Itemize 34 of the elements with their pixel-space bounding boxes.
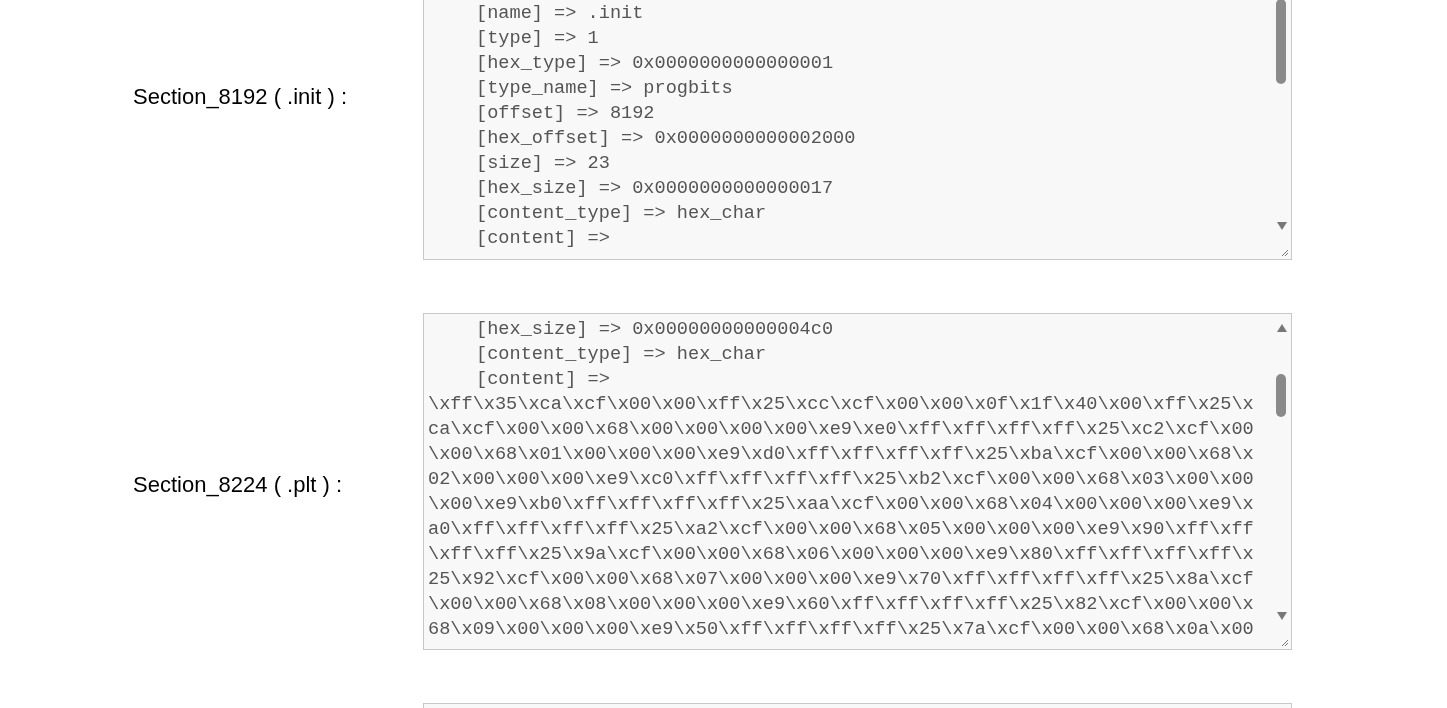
text-line: \x00\x00\x68\x08\x00\x00\x00\xe9\x60\xff\xff\xff\xff\x25\x82\xcf\x00\x00\x <box>427 593 1254 617</box>
text-line: [name] => .init <box>475 2 644 26</box>
text-line: [offset] => 8192 <box>475 102 655 126</box>
text-line: \x00\xe9\xb0\xff\xff\xff\xff\x25\xaa\xcf\x00\x00\x68\x04\x00\x00\x00\xe9\x <box>427 493 1254 517</box>
text-line: [hex_type] => 0x0000000000000001 <box>475 52 834 76</box>
scrollbar-thumb[interactable] <box>1276 374 1286 417</box>
scroll-down-icon[interactable] <box>1277 612 1287 620</box>
text-line: [hex_size] => 0x0000000000000017 <box>475 177 834 201</box>
text-line: [type_name] => progbits <box>475 77 733 101</box>
text-line: [content] => <box>475 368 610 392</box>
text-line: [hex_size] => 0x00000000000004c0 <box>475 318 834 342</box>
scrollbar-thumb[interactable] <box>1276 0 1286 84</box>
scroll-down-icon[interactable] <box>1277 222 1287 230</box>
text-line: 25\x92\xcf\x00\x00\x68\x07\x00\x00\x00\xe9\x70\xff\xff\xff\xff\x25\x8a\xcf <box>427 568 1254 592</box>
text-line: [hex_offset] => 0x0000000000002000 <box>475 127 856 151</box>
section-label: Section_8224 ( .plt ) : <box>133 472 343 497</box>
text-line: [content_type] => hex_char <box>475 343 767 367</box>
text-line: \x00\x68\x01\x00\x00\x00\xe9\xd0\xff\xff\xff\xff\x25\xba\xcf\x00\x00\x68\x <box>427 443 1254 467</box>
text-line: \xff\x35\xca\xcf\x00\x00\xff\x25\xcc\xcf\x00\x00\x0f\x1f\x40\x00\xff\x25\x <box>427 393 1254 417</box>
section-label: Section_8192 ( .init ) : <box>133 84 347 109</box>
resize-grip-icon[interactable] <box>1279 247 1289 257</box>
text-line: \xff\xff\x25\x9a\xcf\x00\x00\x68\x06\x00\x00\x00\xe9\x80\xff\xff\xff\xff\x <box>427 543 1254 567</box>
text-line: ca\xcf\x00\x00\x68\x00\x00\x00\x00\xe9\xe0\xff\xff\xff\xff\x25\xc2\xcf\x00 <box>427 418 1254 442</box>
text-area[interactable] <box>423 313 1292 650</box>
text-area[interactable] <box>423 0 1292 260</box>
text-line: a0\xff\xff\xff\xff\x25\xa2\xcf\x00\x00\x68\x05\x00\x00\x00\xe9\x90\xff\xff <box>427 518 1254 542</box>
text-line: [content] => <box>475 227 610 251</box>
text-line: [type] => 1 <box>475 27 599 51</box>
resize-grip-icon[interactable] <box>1279 637 1289 647</box>
scroll-up-icon[interactable] <box>1277 324 1287 332</box>
text-line: 02\x00\x00\x00\xe9\xc0\xff\xff\xff\xff\x25\xb2\xcf\x00\x00\x68\x03\x00\x00 <box>427 468 1254 492</box>
text-line: [content_type] => hex_char <box>475 202 767 226</box>
text-line: 68\x09\x00\x00\x00\xe9\x50\xff\xff\xff\xff\x25\x7a\xcf\x00\x00\x68\x0a\x00 <box>427 618 1254 642</box>
text-line: [size] => 23 <box>475 152 610 176</box>
